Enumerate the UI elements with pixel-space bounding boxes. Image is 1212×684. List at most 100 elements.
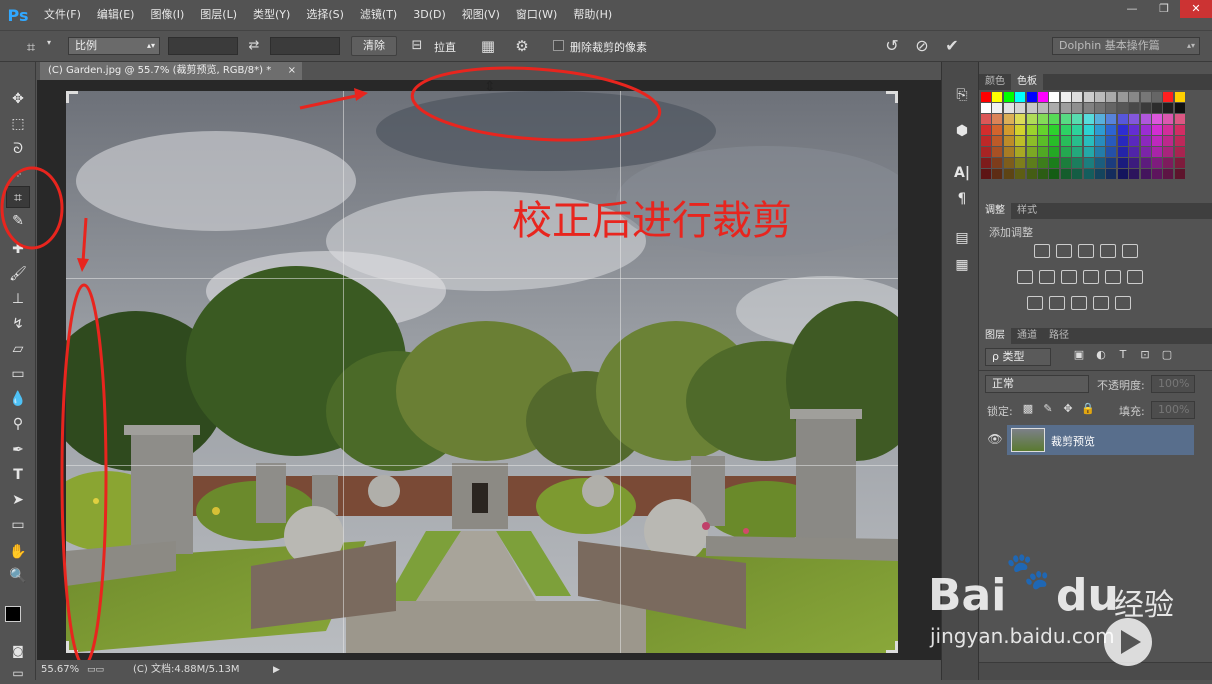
color-swatch[interactable] [992, 114, 1003, 124]
tab-adjustments[interactable]: 调整 [979, 203, 1011, 219]
eye-icon[interactable]: 👁 [987, 432, 1003, 446]
color-swatch[interactable] [1152, 136, 1162, 146]
color-swatch[interactable] [1117, 92, 1128, 102]
color-swatch[interactable] [1003, 92, 1014, 102]
color-swatch[interactable] [1015, 169, 1026, 179]
color-swatch[interactable] [1049, 92, 1060, 102]
adjustment-icon[interactable] [1122, 244, 1138, 258]
adjustment-icon[interactable] [1127, 270, 1143, 284]
color-swatch[interactable] [1095, 103, 1105, 113]
color-swatch[interactable] [1072, 136, 1083, 146]
color-swatch[interactable] [992, 125, 1003, 135]
filter-pixel-icon[interactable]: ▣ [1071, 348, 1087, 361]
color-swatch[interactable] [1095, 92, 1105, 102]
color-swatch[interactable] [1174, 114, 1185, 124]
color-swatch[interactable] [1060, 114, 1071, 124]
color-swatch[interactable] [1163, 114, 1174, 124]
color-swatch[interactable] [1095, 114, 1105, 124]
color-swatch[interactable] [1015, 103, 1026, 113]
swatch-grid[interactable] [981, 92, 1187, 182]
color-swatch[interactable] [1163, 169, 1174, 179]
color-swatch[interactable] [1026, 136, 1037, 146]
color-swatch[interactable] [1129, 147, 1140, 157]
paragraph-panel-icon[interactable]: ¶ [950, 188, 974, 210]
adjustment-icon[interactable] [1049, 296, 1065, 310]
color-swatch[interactable] [1060, 136, 1071, 146]
color-swatch[interactable] [1129, 169, 1140, 179]
status-icon[interactable]: ▭▭ [87, 660, 104, 680]
lock-transparent-icon[interactable]: ▩ [1021, 402, 1035, 415]
color-swatch[interactable] [1117, 169, 1128, 179]
color-swatch[interactable] [1026, 169, 1037, 179]
color-swatch[interactable] [992, 103, 1003, 113]
color-swatch[interactable] [1038, 136, 1048, 146]
color-swatch[interactable] [1106, 169, 1117, 179]
tab-swatches[interactable]: 色板 [1011, 74, 1043, 90]
color-swatch[interactable] [1072, 92, 1083, 102]
color-swatch[interactable] [1174, 92, 1185, 102]
color-swatch[interactable] [992, 169, 1003, 179]
notes-panel-icon[interactable]: ▦ [950, 254, 974, 276]
adjustment-icon[interactable] [1083, 270, 1099, 284]
color-swatch[interactable] [1015, 136, 1026, 146]
color-swatch[interactable] [1106, 158, 1117, 168]
tab-paths[interactable]: 路径 [1043, 328, 1075, 344]
filter-type-icon[interactable]: T [1115, 348, 1131, 361]
color-swatch[interactable] [1095, 169, 1105, 179]
adjustment-icon[interactable] [1017, 270, 1033, 284]
color-swatch[interactable] [1083, 114, 1094, 124]
adjustment-icon[interactable] [1105, 270, 1121, 284]
color-swatch[interactable] [981, 147, 991, 157]
color-swatch[interactable] [1140, 114, 1151, 124]
color-swatch[interactable] [1049, 147, 1060, 157]
color-swatch[interactable] [1129, 114, 1140, 124]
color-swatch[interactable] [1083, 158, 1094, 168]
color-swatch[interactable] [1060, 158, 1071, 168]
color-swatch[interactable] [1015, 114, 1026, 124]
color-swatch[interactable] [1049, 103, 1060, 113]
color-swatch[interactable] [1003, 103, 1014, 113]
layer-name[interactable]: 裁剪预览 [1051, 433, 1095, 449]
lock-position-icon[interactable]: ✥ [1061, 402, 1075, 415]
color-swatch[interactable] [1129, 92, 1140, 102]
color-swatch[interactable] [1083, 136, 1094, 146]
color-swatch[interactable] [1163, 147, 1174, 157]
color-swatch[interactable] [1106, 125, 1117, 135]
color-swatch[interactable] [1174, 147, 1185, 157]
color-swatch[interactable] [1038, 92, 1048, 102]
color-swatch[interactable] [1106, 92, 1117, 102]
color-swatch[interactable] [1095, 125, 1105, 135]
color-swatch[interactable] [1117, 114, 1128, 124]
tab-channels[interactable]: 通道 [1011, 328, 1043, 344]
color-swatch[interactable] [1060, 169, 1071, 179]
color-swatch[interactable] [1174, 169, 1185, 179]
color-swatch[interactable] [1026, 125, 1037, 135]
color-swatch[interactable] [1060, 103, 1071, 113]
color-swatch[interactable] [1117, 147, 1128, 157]
color-swatch[interactable] [1152, 103, 1162, 113]
color-swatch[interactable] [1060, 125, 1071, 135]
color-swatch[interactable] [1038, 114, 1048, 124]
color-swatch[interactable] [1174, 125, 1185, 135]
color-swatch[interactable] [1140, 125, 1151, 135]
color-swatch[interactable] [1038, 125, 1048, 135]
color-swatch[interactable] [1083, 92, 1094, 102]
color-swatch[interactable] [1072, 158, 1083, 168]
color-swatch[interactable] [1083, 147, 1094, 157]
color-swatch[interactable] [1026, 92, 1037, 102]
blend-mode-select[interactable]: 正常 [985, 375, 1089, 393]
color-swatch[interactable] [1095, 147, 1105, 157]
color-swatch[interactable] [1152, 125, 1162, 135]
color-swatch[interactable] [1026, 147, 1037, 157]
color-swatch[interactable] [1083, 103, 1094, 113]
color-swatch[interactable] [1015, 92, 1026, 102]
chevron-right-icon[interactable]: ▶ [273, 660, 280, 680]
color-swatch[interactable] [1038, 158, 1048, 168]
minimize-button[interactable]: — [1116, 0, 1148, 18]
color-swatch[interactable] [1049, 125, 1060, 135]
color-swatch[interactable] [1003, 147, 1014, 157]
color-swatch[interactable] [1038, 103, 1048, 113]
color-swatch[interactable] [1174, 136, 1185, 146]
color-swatch[interactable] [981, 103, 991, 113]
color-swatch[interactable] [1049, 136, 1060, 146]
